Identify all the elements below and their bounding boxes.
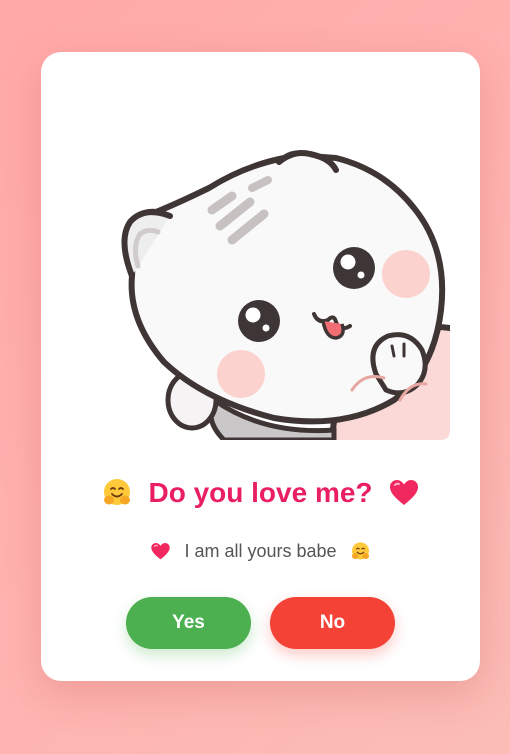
hugging-face-icon (101, 477, 133, 509)
heart-icon (150, 541, 171, 562)
subtitle: I am all yours babe (41, 540, 480, 562)
love-question-card: Do you love me? I am all yours babe Yes … (41, 52, 480, 681)
question-text: Do you love me? (148, 476, 373, 508)
heart-icon (388, 477, 420, 509)
hugging-face-icon (350, 541, 371, 562)
subtitle-text: I am all yours babe (184, 540, 337, 561)
no-button[interactable]: No (270, 597, 395, 649)
cat-hug-image (104, 100, 453, 443)
yes-button[interactable]: Yes (126, 597, 251, 649)
question-title: Do you love me? (41, 475, 480, 509)
